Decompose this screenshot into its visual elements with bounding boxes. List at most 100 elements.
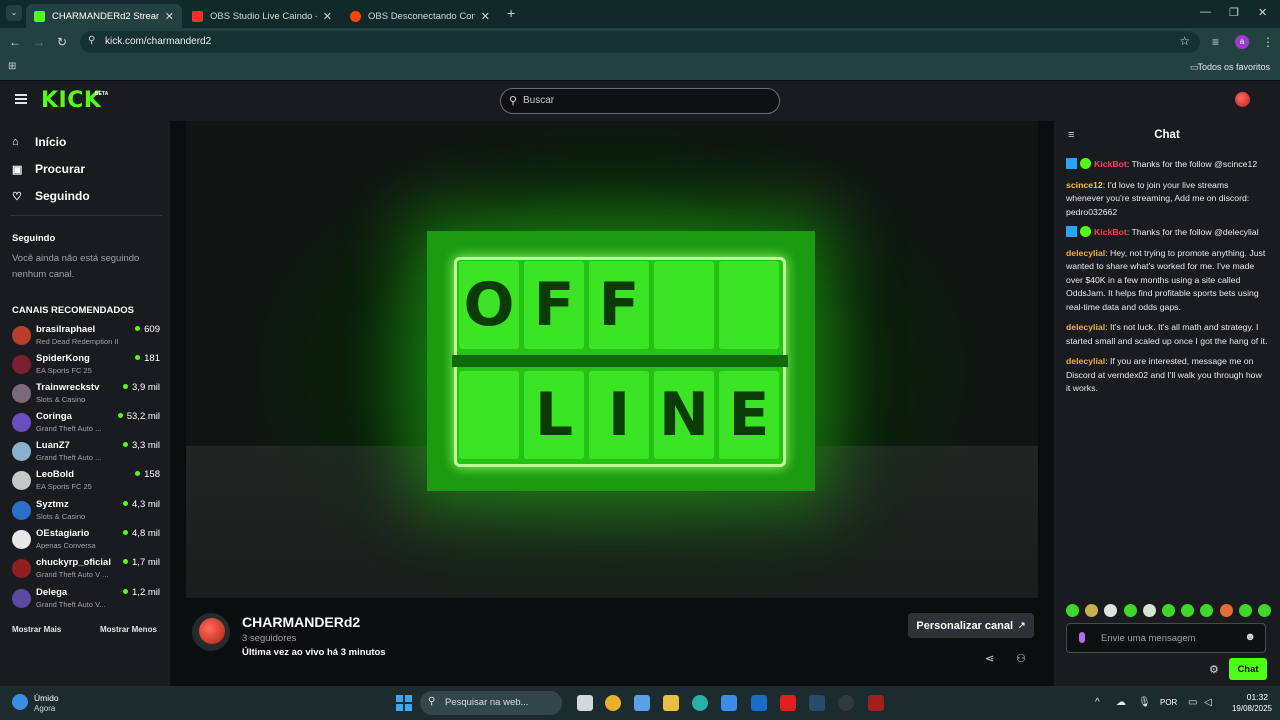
chat-input-box[interactable]: Envie uma mensagem ☻: [1066, 623, 1266, 653]
steam-icon[interactable]: [809, 695, 825, 711]
emote-icon[interactable]: [1238, 604, 1252, 617]
minimize-icon[interactable]: —: [1200, 6, 1211, 18]
emote-icon[interactable]: [1123, 604, 1137, 617]
emote-icon[interactable]: [1219, 604, 1233, 617]
recommended-channel[interactable]: LuanZ7 Grand Theft Auto ... 3,3 mil: [12, 439, 160, 467]
recommended-channel[interactable]: Syztmz Slots & Casino 4,3 mil: [12, 498, 160, 526]
share-icon[interactable]: ⋖: [985, 652, 994, 665]
copilot-icon[interactable]: [634, 695, 650, 711]
taskbar-search-input[interactable]: Pesquisar na web...: [445, 697, 528, 708]
show-more-button[interactable]: Mostrar Mais: [12, 625, 61, 634]
close-tab-icon[interactable]: ✕: [165, 10, 174, 23]
edge-icon[interactable]: [692, 695, 708, 711]
show-less-button[interactable]: Mostrar Menos: [100, 625, 157, 634]
recommended-channel[interactable]: brasilraphael Red Dead Redemption II 609: [12, 323, 160, 351]
channel-avatar[interactable]: [192, 613, 230, 651]
store-icon[interactable]: [721, 695, 737, 711]
forward-icon[interactable]: →: [33, 35, 45, 49]
new-tab-button[interactable]: +: [507, 5, 515, 21]
sidebar-item-browse[interactable]: ▣ Procurar: [12, 162, 85, 176]
emote-icon[interactable]: [1085, 604, 1099, 617]
browser-tab-kick[interactable]: CHARMANDERd2 Stream - Wa ✕: [26, 4, 182, 28]
media-control-icon[interactable]: ≡: [1212, 35, 1219, 49]
chat-settings-icon[interactable]: ⚙: [1209, 663, 1219, 676]
all-bookmarks-link[interactable]: Todos os favoritos: [1197, 62, 1270, 72]
user-avatar[interactable]: [1235, 92, 1250, 107]
weather-icon[interactable]: [12, 694, 28, 710]
user-card-icon[interactable]: ⚇: [1016, 652, 1026, 665]
recommended-channel[interactable]: SpiderKong EA Sports FC 25 181: [12, 352, 160, 380]
channel-avatar: [12, 326, 31, 345]
viewer-count-value: 53,2 mil: [126, 411, 160, 422]
emote-icon[interactable]: [1066, 604, 1079, 617]
network-icon[interactable]: ▭: [1188, 697, 1197, 708]
kick-logo[interactable]: KICK: [41, 88, 101, 113]
clock-time[interactable]: 01:32: [1238, 692, 1268, 702]
chrome-icon[interactable]: [605, 695, 621, 711]
recommended-channel[interactable]: LeoBold EA Sports FC 25 158: [12, 468, 160, 496]
microphone-tray-icon[interactable]: 🎙: [1138, 697, 1151, 708]
chat-message-list: KickBot: Thanks for the follow @scince12…: [1066, 158, 1268, 403]
browser-tab-reddit[interactable]: OBS Desconectando Constante ✕: [342, 4, 498, 28]
tab-label: OBS Studio Live Caindo - Desco: [210, 10, 317, 22]
language-indicator[interactable]: POR: [1160, 698, 1177, 707]
chat-username[interactable]: delecylial: [1066, 248, 1105, 258]
recommended-channel[interactable]: Coringa Grand Theft Auto ... 53,2 mil: [12, 410, 160, 438]
apps-grid-icon[interactable]: ⊞: [8, 61, 16, 72]
chat-username[interactable]: delecylial: [1066, 356, 1105, 366]
sidebar-item-following[interactable]: ♡ Seguindo: [12, 189, 90, 203]
recommended-channel[interactable]: Trainwreckstv Slots & Casino 3,9 mil: [12, 381, 160, 409]
hamburger-menu-icon[interactable]: [15, 94, 27, 104]
close-window-icon[interactable]: ✕: [1258, 6, 1267, 19]
video-player[interactable]: O F F L I N E: [186, 121, 1038, 598]
chat-username[interactable]: KickBot: [1094, 227, 1127, 237]
outlook-icon[interactable]: [751, 695, 767, 711]
emote-icon[interactable]: [1104, 604, 1118, 617]
verified-badge-icon: [1080, 158, 1091, 169]
chat-message-input[interactable]: Envie uma mensagem: [1101, 633, 1196, 644]
app-icon[interactable]: [868, 695, 884, 711]
recommended-channel[interactable]: Delega Grand Theft Auto V... 1,2 mil: [12, 586, 160, 614]
emote-icon[interactable]: [1257, 604, 1271, 617]
recommended-channel[interactable]: OEstagiario Apenas Conversa 4,8 mil: [12, 527, 160, 555]
emote-icon[interactable]: [1161, 604, 1175, 617]
clock-date[interactable]: 19/08/2025: [1226, 704, 1272, 713]
chat-username[interactable]: KickBot: [1094, 159, 1127, 169]
tab-list-dropdown-icon[interactable]: ⌄: [6, 5, 22, 21]
browser-menu-icon[interactable]: ⋮: [1262, 35, 1274, 49]
task-view-icon[interactable]: [577, 695, 593, 711]
windows-start-icon[interactable]: [396, 695, 412, 711]
close-tab-icon[interactable]: ✕: [323, 10, 332, 23]
obs-icon[interactable]: [838, 695, 854, 711]
emote-icon[interactable]: [1181, 604, 1195, 617]
url-field[interactable]: ⚲ kick.com/charmanderd2 ☆: [80, 31, 1200, 53]
microphone-icon[interactable]: [1079, 632, 1085, 643]
youtube-app-icon[interactable]: [780, 695, 796, 711]
onedrive-icon[interactable]: ☁: [1116, 697, 1126, 708]
search-input[interactable]: Buscar: [523, 95, 554, 106]
sidebar-item-home[interactable]: ⌂ Início: [12, 135, 66, 149]
kick-favicon-icon: [34, 10, 45, 22]
chat-send-button[interactable]: Chat: [1229, 658, 1267, 680]
bookmark-star-icon[interactable]: ☆: [1179, 34, 1190, 48]
restore-icon[interactable]: ❐: [1229, 6, 1239, 19]
recommended-channel[interactable]: chuckyrp_oficial Grand Theft Auto V ... …: [12, 556, 160, 584]
customize-channel-button[interactable]: Personalizar canal ↗: [908, 613, 1034, 638]
show-hidden-icons-icon[interactable]: ^: [1095, 697, 1100, 708]
site-header: KICK BETA ⚲ Buscar: [0, 81, 1280, 121]
chat-username[interactable]: scince12: [1066, 180, 1103, 190]
taskbar-search[interactable]: ⚲ Pesquisar na web...: [420, 691, 562, 715]
emote-icon[interactable]: [1142, 604, 1156, 617]
volume-icon[interactable]: ◁: [1204, 697, 1212, 708]
browser-tab-youtube[interactable]: OBS Studio Live Caindo - Desco ✕: [184, 4, 340, 28]
close-tab-icon[interactable]: ✕: [481, 10, 490, 23]
file-explorer-icon[interactable]: [663, 695, 679, 711]
site-info-icon[interactable]: ⚲: [88, 35, 95, 46]
back-icon[interactable]: ←: [9, 35, 21, 49]
search-bar[interactable]: ⚲ Buscar: [500, 88, 780, 114]
reload-icon[interactable]: ↻: [57, 35, 67, 49]
profile-avatar[interactable]: a: [1235, 35, 1249, 49]
emote-icon[interactable]: [1200, 604, 1214, 617]
chat-username[interactable]: delecylial: [1066, 322, 1105, 332]
emoji-picker-icon[interactable]: ☻: [1244, 631, 1256, 643]
